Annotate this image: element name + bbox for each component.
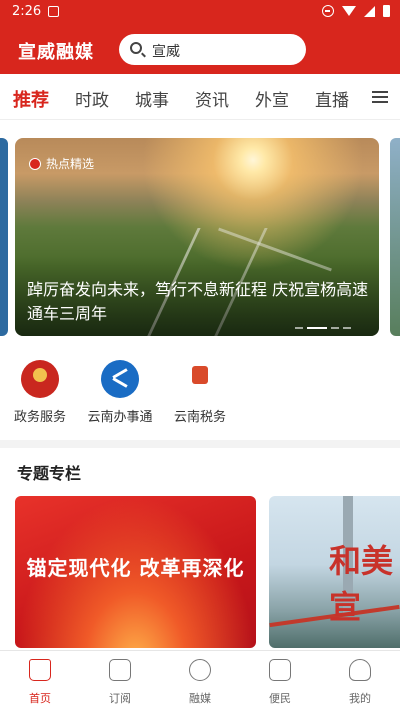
topic-card[interactable]: 锚定现代化 改革再深化 — [15, 496, 256, 648]
service-shortcuts: 政务服务 云南办事通 云南税务 — [0, 360, 400, 430]
profile-icon — [349, 659, 371, 681]
service-label: 云南办事通 — [87, 410, 153, 425]
status-icons — [322, 5, 390, 17]
nav-label: 首页 — [29, 692, 51, 705]
menu-icon[interactable] — [372, 91, 388, 103]
nav-media[interactable]: 融媒 — [160, 659, 240, 706]
topic-card-text: 和美宣 — [329, 542, 394, 626]
service-tax[interactable]: 云南税务 — [160, 360, 240, 425]
app-title: 宣威融媒 — [18, 42, 94, 63]
section-divider — [0, 440, 400, 448]
carousel-dot — [295, 327, 303, 329]
nav-home[interactable]: 首页 — [0, 659, 80, 706]
search-icon — [130, 42, 142, 54]
subscribe-icon — [109, 659, 131, 681]
topic-card-text: 锚定现代化 改革再深化 — [26, 556, 245, 580]
battery-icon — [383, 5, 390, 17]
app-header: 2:26 宣威融媒 宣威 — [0, 0, 400, 74]
yunnan-banshitong-icon — [101, 360, 139, 398]
search-input[interactable]: 宣威 — [119, 34, 306, 65]
tab-politics[interactable]: 时政 — [75, 86, 109, 111]
nav-label: 融媒 — [189, 692, 211, 705]
hot-icon — [29, 157, 41, 170]
wifi-icon — [342, 6, 356, 16]
bottom-navigation: 首页 订阅 融媒 便民 我的 — [0, 650, 400, 711]
tab-publicity[interactable]: 外宣 — [255, 86, 289, 111]
topic-card[interactable]: 和美宣 — [269, 496, 400, 648]
home-icon — [29, 659, 51, 681]
tax-emblem-icon — [181, 360, 219, 398]
banner-slide[interactable]: 热点精选 踔厉奋发向未来，笃行不息新征程 庆祝宣杨高速通车三周年 — [15, 138, 379, 336]
service-label: 政务服务 — [13, 410, 66, 425]
notification-icon — [48, 6, 59, 17]
service-gov[interactable]: 政务服务 — [0, 360, 80, 425]
calendar-icon — [269, 659, 291, 681]
banner-caption: 踔厉奋发向未来，笃行不息新征程 庆祝宣杨高速通车三周年 — [27, 280, 369, 323]
category-tabs: 推荐 时政 城事 资讯 外宣 直播 — [0, 74, 400, 120]
search-value: 宣威 — [152, 44, 180, 60]
tab-recommend[interactable]: 推荐 — [13, 86, 49, 112]
gov-emblem-icon — [21, 360, 59, 398]
tab-news[interactable]: 资讯 — [195, 86, 229, 111]
carousel-indicator — [295, 327, 351, 329]
section-title: 专题专栏 — [17, 464, 82, 483]
carousel-dot — [331, 327, 339, 329]
status-time: 2:26 — [12, 4, 42, 19]
carousel-dot — [343, 327, 351, 329]
service-banshitong[interactable]: 云南办事通 — [80, 360, 160, 425]
tab-live[interactable]: 直播 — [315, 86, 349, 111]
do-not-disturb-icon — [322, 5, 334, 17]
nav-label: 订阅 — [109, 692, 131, 705]
banner-next-peek — [390, 138, 400, 336]
nav-label: 我的 — [349, 692, 371, 705]
service-label: 云南税务 — [173, 410, 226, 425]
banner-tag: 热点精选 — [29, 155, 94, 172]
status-bar: 2:26 — [0, 0, 400, 24]
banner-tag-label: 热点精选 — [46, 157, 95, 171]
nav-subscribe[interactable]: 订阅 — [80, 659, 160, 706]
banner-prev-peek — [0, 138, 8, 336]
signal-icon — [364, 5, 375, 17]
nav-profile[interactable]: 我的 — [320, 659, 400, 706]
banner-carousel[interactable]: 热点精选 踔厉奋发向未来，笃行不息新征程 庆祝宣杨高速通车三周年 — [0, 138, 400, 336]
tab-city[interactable]: 城事 — [135, 86, 169, 111]
nav-services[interactable]: 便民 — [240, 659, 320, 706]
carousel-dot-active — [307, 327, 327, 329]
nav-label: 便民 — [269, 692, 291, 705]
media-icon — [189, 659, 211, 681]
